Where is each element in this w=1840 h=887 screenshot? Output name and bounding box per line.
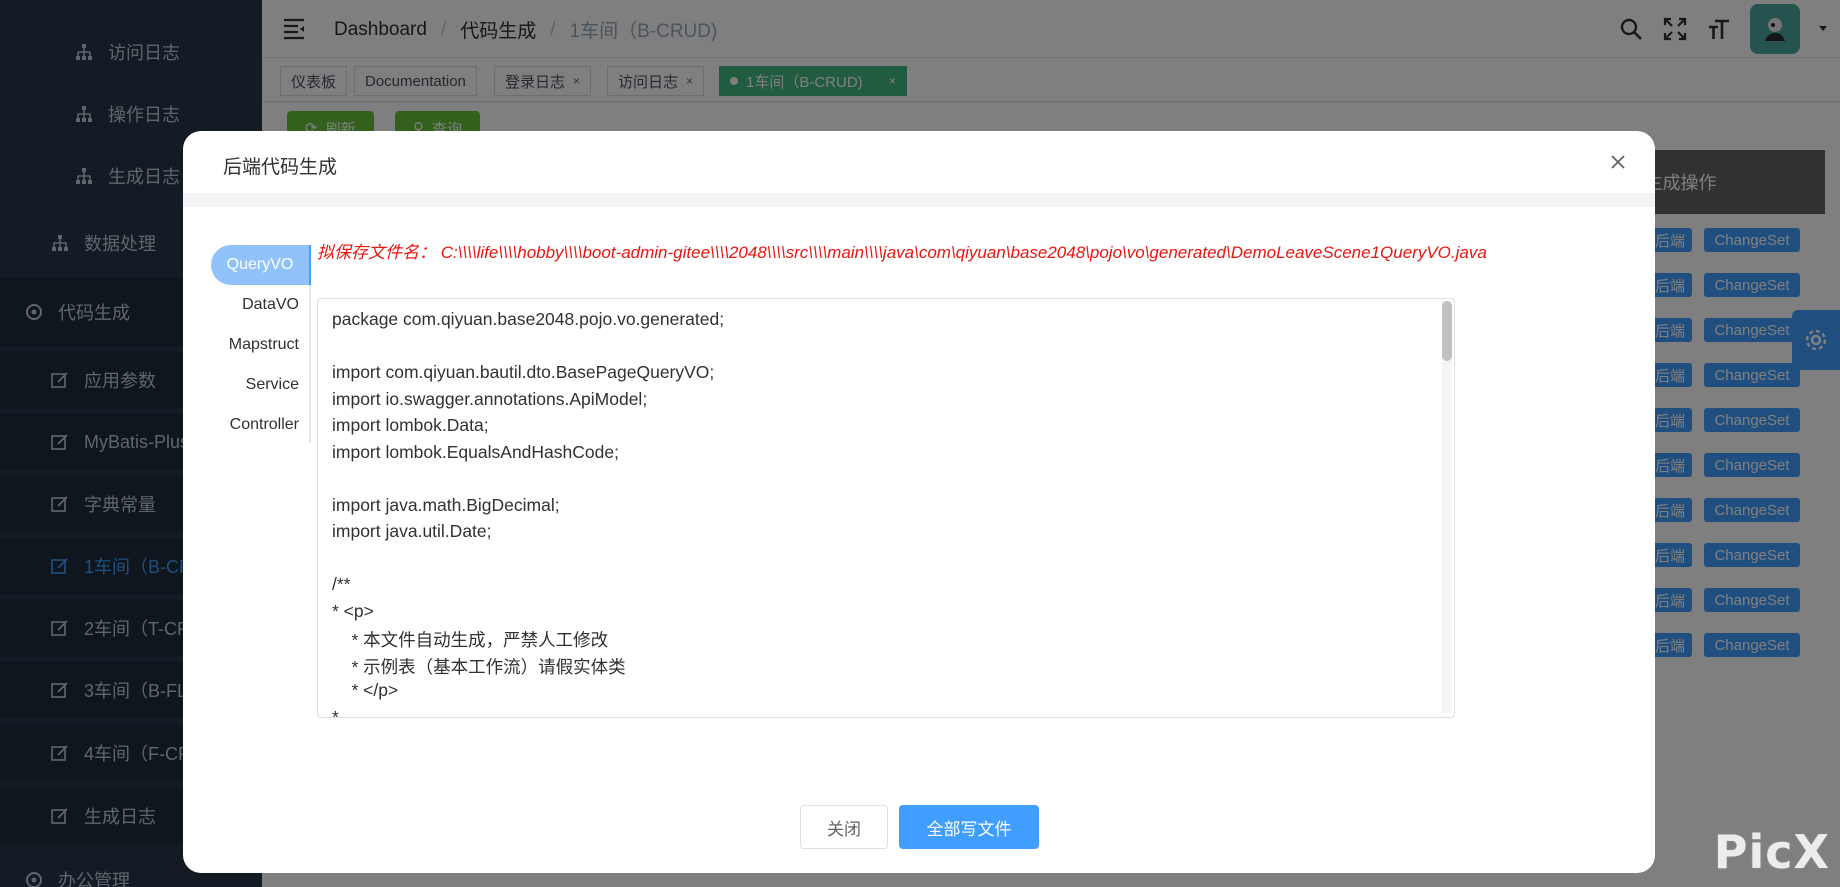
close-icon[interactable] xyxy=(1609,153,1631,175)
tab-queryvo[interactable]: QueryVO xyxy=(211,245,311,285)
tab-label: Controller xyxy=(229,416,299,433)
tab-label: DataVO xyxy=(242,296,299,313)
backend-codegen-dialog: 后端代码生成 QueryVO DataVO Mapstruct Service … xyxy=(183,131,1655,873)
scrollbar-track[interactable] xyxy=(1442,301,1452,713)
code-line: import lombok.Data; xyxy=(332,415,489,435)
write-all-files-button[interactable]: 全部写文件 xyxy=(899,805,1039,849)
code-line: * </p> xyxy=(332,680,399,700)
code-line: * 本文件自动生成，严禁人工修改 xyxy=(332,630,609,650)
tab-service[interactable]: Service xyxy=(246,365,299,405)
code-line: * xyxy=(332,706,339,718)
save-file-path: 拟保存文件名： C:\\\\life\\\\hobby\\\\boot-admi… xyxy=(317,243,1487,262)
tab-label: QueryVO xyxy=(226,256,294,273)
tab-mapstruct[interactable]: Mapstruct xyxy=(229,325,299,365)
tab-active-indicator xyxy=(309,245,311,285)
close-button[interactable]: 关闭 xyxy=(800,805,888,849)
code-line: import java.math.BigDecimal; xyxy=(332,494,560,515)
code-line: import io.swagger.annotations.ApiModel; xyxy=(332,388,648,409)
dialog-divider xyxy=(183,193,1655,207)
dialog-title: 后端代码生成 xyxy=(223,157,338,178)
code-line: /** xyxy=(332,574,351,594)
scrollbar-thumb[interactable] xyxy=(1442,301,1452,361)
tab-label: Mapstruct xyxy=(228,336,299,353)
tab-controller[interactable]: Controller xyxy=(230,405,299,445)
tab-datavo[interactable]: DataVO xyxy=(242,285,299,325)
code-line: import lombok.EqualsAndHashCode; xyxy=(332,441,619,462)
tab-label: Service xyxy=(245,376,299,393)
code-textarea[interactable]: package com.qiyuan.base2048.pojo.vo.gene… xyxy=(317,298,1455,718)
code-line: * 示例表（基本工作流）请假实体类 xyxy=(332,656,626,677)
code-line: import com.qiyuan.bautil.dto.BasePageQue… xyxy=(332,362,715,382)
code-line: import java.util.Date; xyxy=(332,521,492,541)
vertical-tabs: QueryVO DataVO Mapstruct Service Control… xyxy=(207,245,311,443)
code-line: * <p> xyxy=(332,600,374,621)
code-line: package com.qiyuan.base2048.pojo.vo.gene… xyxy=(332,309,725,329)
picx-watermark: PicX xyxy=(1713,825,1830,879)
dialog-header: 后端代码生成 xyxy=(183,131,1655,191)
